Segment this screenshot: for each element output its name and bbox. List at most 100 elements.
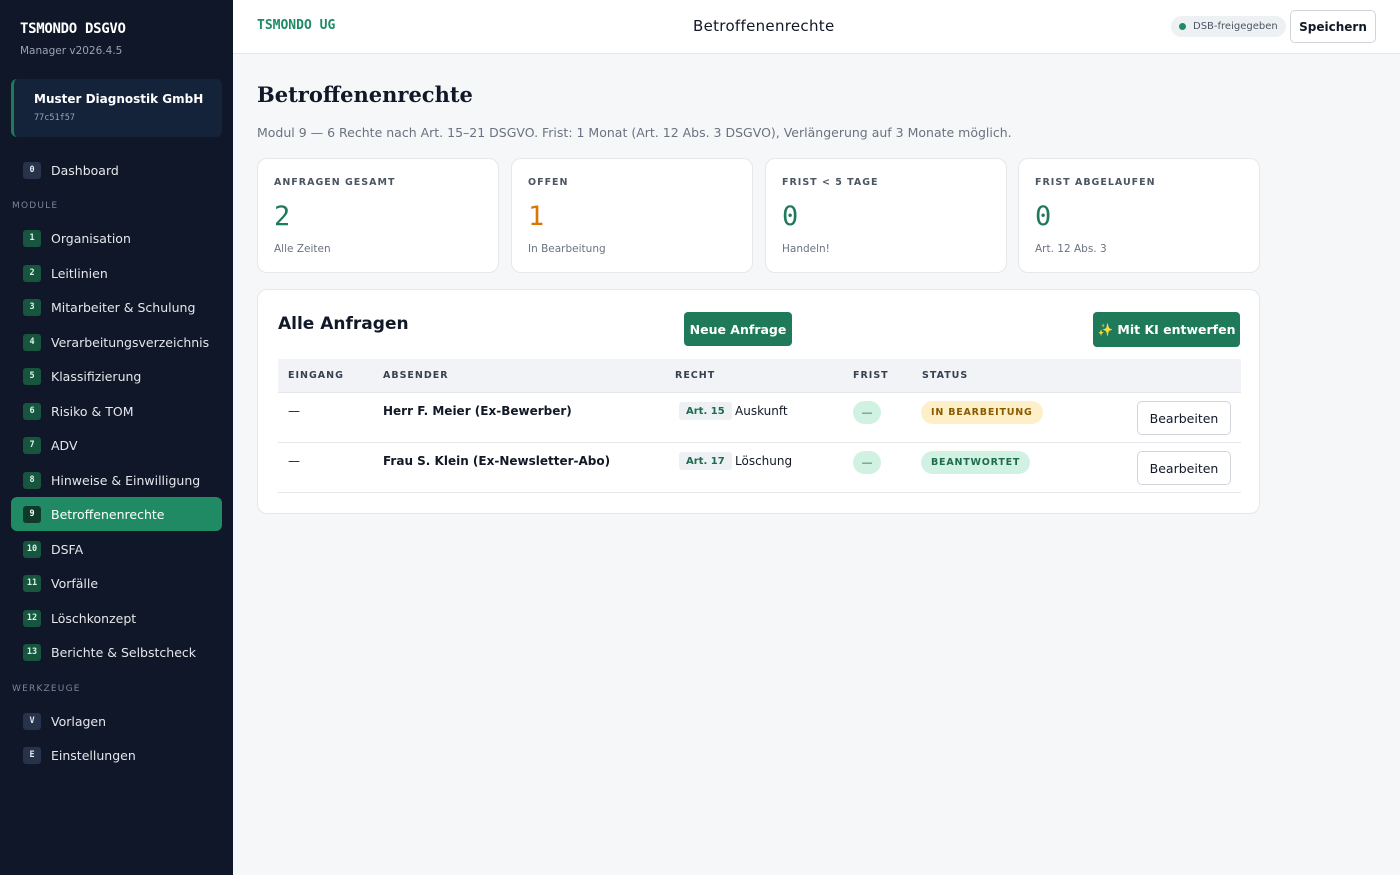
table-header: EINGANG ABSENDER RECHT FRIST STATUS: [278, 359, 1241, 393]
section-label-tools: WERKZEUGE: [12, 684, 81, 694]
sidebar-item-label: Betroffenenrechte: [51, 506, 165, 522]
ai-draft-button[interactable]: ✨ Mit KI entwerfen: [1093, 312, 1240, 347]
app-version: Manager v2026.4.5: [20, 45, 123, 57]
top-header: TSMONDO UG Betroffenenrechte DSB-freigeg…: [233, 0, 1400, 54]
column-header-eingang: EINGANG: [288, 370, 344, 381]
sidebar-item-label: Einstellungen: [51, 747, 136, 763]
stat-card-total: ANFRAGEN GESAMT 2 Alle Zeiten: [257, 158, 499, 273]
nav-badge: 13: [23, 643, 41, 661]
frist-badge: —: [853, 401, 881, 424]
org-id: 77c51f57: [34, 113, 75, 123]
new-request-button[interactable]: Neue Anfrage: [684, 312, 792, 346]
sidebar-item-dsfa[interactable]: 10 DSFA: [11, 532, 222, 566]
sidebar-item-verarbeitungsverzeichnis[interactable]: 4 Verarbeitungsverzeichnis: [11, 325, 222, 359]
table-row: — Frau S. Klein (Ex-Newsletter-Abo) Art.…: [278, 443, 1241, 493]
stat-label: ANFRAGEN GESAMT: [274, 177, 396, 188]
nav-badge: 1: [23, 229, 41, 247]
article-badge: Art. 17: [679, 452, 732, 470]
stat-label: FRIST < 5 TAGE: [782, 177, 879, 188]
sidebar-item-label: Mitarbeiter & Schulung: [51, 299, 196, 315]
sidebar-item-leitlinien[interactable]: 2 Leitlinien: [11, 256, 222, 290]
column-header-frist: FRIST: [853, 370, 889, 381]
nav-badge: 0: [23, 161, 41, 179]
nav-badge: 12: [23, 609, 41, 627]
dsb-status-label: DSB-freigegeben: [1193, 21, 1278, 32]
column-header-status: STATUS: [922, 370, 969, 381]
stat-label: OFFEN: [528, 177, 569, 188]
sidebar-item-label: Risiko & TOM: [51, 403, 134, 419]
sidebar-item-klassifizierung[interactable]: 5 Klassifizierung: [11, 359, 222, 393]
sidebar-item-mitarbeiter[interactable]: 3 Mitarbeiter & Schulung: [11, 290, 222, 324]
sidebar-item-label: Löschkonzept: [51, 610, 137, 626]
stat-hint: Art. 12 Abs. 3: [1035, 243, 1107, 255]
sidebar-item-label: Hinweise & Einwilligung: [51, 472, 201, 488]
cell-eingang: —: [288, 404, 300, 418]
sidebar-item-vorlagen[interactable]: V Vorlagen: [11, 704, 222, 738]
header-title: Betroffenenrechte: [693, 17, 835, 35]
nav-badge: 8: [23, 471, 41, 489]
nav-badge: 10: [23, 540, 41, 558]
cell-absender: Frau S. Klein (Ex-Newsletter-Abo): [383, 454, 611, 468]
sidebar-item-label: Organisation: [51, 230, 131, 246]
nav-badge: 5: [23, 367, 41, 385]
stat-value: 2: [274, 201, 291, 232]
sidebar-item-label: Dashboard: [51, 162, 119, 178]
column-header-recht: RECHT: [675, 370, 716, 381]
sidebar-item-dashboard[interactable]: 0 Dashboard: [11, 153, 222, 187]
sidebar-item-label: Berichte & Selbstcheck: [51, 644, 197, 660]
stat-hint: Alle Zeiten: [274, 243, 331, 255]
save-button[interactable]: Speichern: [1290, 10, 1376, 43]
stat-hint: Handeln!: [782, 243, 830, 255]
page-subtitle: Modul 9 — 6 Rechte nach Art. 15–21 DSGVO…: [257, 125, 1012, 140]
sidebar-item-label: Vorlagen: [51, 713, 107, 729]
stat-card-deadline-soon: FRIST < 5 TAGE 0 Handeln!: [765, 158, 1007, 273]
stat-value: 0: [782, 201, 799, 232]
sidebar-item-betroffenenrechte[interactable]: 9 Betroffenenrechte: [11, 497, 222, 531]
company-name: TSMONDO UG: [257, 18, 336, 33]
sidebar-item-label: Leitlinien: [51, 265, 108, 281]
cell-recht: Löschung: [735, 454, 793, 468]
sidebar-item-berichte[interactable]: 13 Berichte & Selbstcheck: [11, 635, 222, 669]
sidebar-item-label: DSFA: [51, 541, 84, 557]
org-selector[interactable]: Muster Diagnostik GmbH 77c51f57: [11, 79, 222, 137]
sidebar-item-label: Verarbeitungsverzeichnis: [51, 334, 210, 350]
stat-hint: In Bearbeitung: [528, 243, 606, 255]
section-label-modules: MODULE: [12, 201, 59, 211]
nav-badge: 4: [23, 333, 41, 351]
cell-eingang: —: [288, 454, 300, 468]
article-badge: Art. 15: [679, 402, 732, 420]
sidebar-item-einstellungen[interactable]: E Einstellungen: [11, 738, 222, 772]
status-dot-icon: [1179, 23, 1186, 30]
stat-value: 0: [1035, 201, 1052, 232]
sidebar-item-risiko-tom[interactable]: 6 Risiko & TOM: [11, 394, 222, 428]
page-title: Betroffenenrechte: [257, 82, 473, 107]
nav-badge: V: [23, 712, 41, 730]
stat-value: 1: [528, 201, 545, 232]
sidebar-item-loeschkonzept[interactable]: 12 Löschkonzept: [11, 601, 222, 635]
sidebar-item-vorfaelle[interactable]: 11 Vorfälle: [11, 566, 222, 600]
sidebar-item-label: ADV: [51, 437, 78, 453]
nav-badge: 6: [23, 402, 41, 420]
sidebar: TSMONDO DSGVO Manager v2026.4.5 Muster D…: [0, 0, 233, 875]
nav-badge: E: [23, 746, 41, 764]
table-row: — Herr F. Meier (Ex-Bewerber) Art. 15 Au…: [278, 393, 1241, 443]
nav-badge: 11: [23, 574, 41, 592]
panel-title: Alle Anfragen: [278, 314, 409, 334]
nav-badge: 3: [23, 298, 41, 316]
requests-panel: Alle Anfragen Neue Anfrage ✨ Mit KI entw…: [257, 289, 1260, 514]
nav-badge: 9: [23, 505, 41, 523]
sidebar-item-hinweise[interactable]: 8 Hinweise & Einwilligung: [11, 463, 222, 497]
org-name: Muster Diagnostik GmbH: [34, 92, 204, 106]
stat-label: FRIST ABGELAUFEN: [1035, 177, 1156, 188]
sidebar-item-adv[interactable]: 7 ADV: [11, 428, 222, 462]
sidebar-item-label: Klassifizierung: [51, 368, 142, 384]
nav-badge: 7: [23, 436, 41, 454]
nav-badge: 2: [23, 264, 41, 282]
sidebar-item-organisation[interactable]: 1 Organisation: [11, 221, 222, 255]
edit-button[interactable]: Bearbeiten: [1137, 451, 1231, 485]
stat-card-open: OFFEN 1 In Bearbeitung: [511, 158, 753, 273]
brand-title: TSMONDO DSGVO: [20, 21, 126, 37]
edit-button[interactable]: Bearbeiten: [1137, 401, 1231, 435]
column-header-absender: ABSENDER: [383, 370, 449, 381]
status-badge: IN BEARBEITUNG: [921, 401, 1043, 424]
